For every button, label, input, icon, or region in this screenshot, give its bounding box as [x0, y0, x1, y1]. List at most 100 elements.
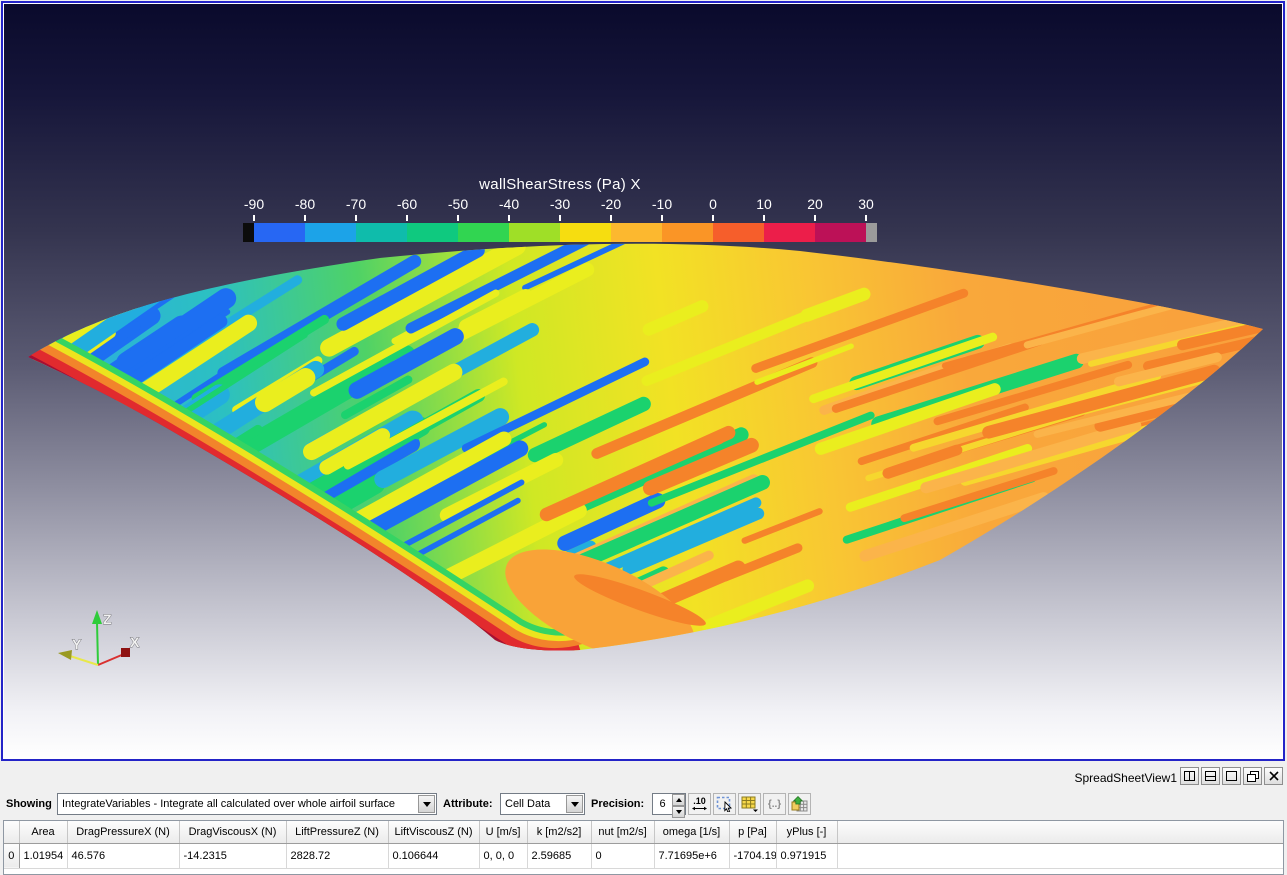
- scalar-bar-tick-mark: [355, 215, 357, 221]
- showing-select-value: IntegrateVariables - Integrate all calcu…: [62, 798, 396, 810]
- table-cell[interactable]: 7.71695e+6: [654, 843, 730, 869]
- y-axis-arrow: [58, 650, 72, 660]
- x-axis-label: X: [130, 634, 140, 650]
- color-segment: [662, 223, 713, 242]
- restore-icon: [1246, 770, 1259, 782]
- scalar-bar-tick-label: -80: [294, 196, 316, 212]
- showing-select-arrow[interactable]: [418, 795, 435, 813]
- table-cell[interactable]: 0, 0, 0: [479, 843, 528, 869]
- table-cell[interactable]: 2.59685: [527, 843, 592, 869]
- spreadsheet-view-panel: SpreadSheetView1 Showing IntegrateVariab…: [0, 763, 1287, 875]
- attribute-select[interactable]: Cell Data: [500, 793, 585, 815]
- column-header[interactable]: DragPressureX (N): [67, 821, 180, 844]
- color-segment: [815, 223, 866, 242]
- close-view-button[interactable]: [1264, 767, 1283, 785]
- column-header[interactable]: p [Pa]: [729, 821, 777, 844]
- split-vertical-button[interactable]: [1201, 767, 1220, 785]
- maximize-button[interactable]: [1222, 767, 1241, 785]
- table-cell[interactable]: 0: [591, 843, 655, 869]
- color-segment: [305, 223, 356, 242]
- spin-down-button[interactable]: [672, 806, 685, 818]
- scalar-bar-tick-mark: [508, 215, 510, 221]
- column-header[interactable]: omega [1/s]: [654, 821, 730, 844]
- split-horizontal-button[interactable]: [1180, 767, 1199, 785]
- column-header[interactable]: nut [m2/s]: [591, 821, 655, 844]
- column-header[interactable]: yPlus [-]: [776, 821, 838, 844]
- table-cell[interactable]: 2828.72: [286, 843, 389, 869]
- scalar-bar-tick-mark: [406, 215, 408, 221]
- scalar-bar-tick-label: -70: [345, 196, 367, 212]
- column-header[interactable]: U [m/s]: [479, 821, 528, 844]
- chevron-down-icon: [675, 810, 682, 817]
- scalar-bar-tick-label: -90: [243, 196, 265, 212]
- spin-up-button[interactable]: [672, 794, 685, 806]
- scalar-bar-tick-mark: [559, 215, 561, 221]
- scalar-bar-tick-label: -10: [651, 196, 673, 212]
- close-icon: [1268, 771, 1279, 781]
- table-cell[interactable]: 0.106644: [388, 843, 480, 869]
- toggle-column-visibility-button[interactable]: [738, 793, 761, 815]
- spreadsheet-table[interactable]: Area DragPressureX (N) DragViscousX (N) …: [3, 820, 1284, 875]
- restore-button[interactable]: [1243, 767, 1262, 785]
- scalar-bar-tick-mark: [661, 215, 663, 221]
- precision-value: 6: [659, 798, 666, 810]
- corner-header-cell: [4, 821, 20, 844]
- expression-icon: {..}: [767, 798, 782, 810]
- table-cell[interactable]: -1704.19: [729, 843, 777, 869]
- scalar-bar-tick-label: -30: [549, 196, 571, 212]
- scalar-bar-tick-mark: [457, 215, 459, 221]
- color-segment: [764, 223, 815, 242]
- split-horizontal-icon: [1184, 771, 1195, 781]
- axes-triad: Z X Y: [58, 610, 140, 666]
- render-view-frame: wallShearStress (Pa) X -90 -80 -70 -60 -50 -4…: [1, 1, 1285, 761]
- column-header[interactable]: DragViscousX (N): [179, 821, 287, 844]
- color-segment: [458, 223, 509, 242]
- color-segment: [509, 223, 560, 242]
- attribute-select-arrow[interactable]: [566, 795, 583, 813]
- spreadsheet-view-title: SpreadSheetView1: [1074, 771, 1177, 785]
- attribute-label: Attribute:: [443, 798, 493, 810]
- chevron-down-icon: [570, 802, 579, 811]
- column-header[interactable]: LiftPressureZ (N): [286, 821, 389, 844]
- select-cells-button[interactable]: [713, 793, 736, 815]
- scalar-bar[interactable]: wallShearStress (Pa) X -90 -80 -70 -60 -50 -4…: [243, 176, 877, 242]
- table-row: 0 1.01954 46.576 -14.2315 2828.72 0.1066…: [4, 843, 1283, 869]
- z-axis-label: Z: [103, 611, 112, 627]
- chevron-down-icon: [422, 802, 431, 811]
- scalar-bar-tick-mark: [253, 215, 255, 221]
- x-axis-arrow: [121, 648, 130, 657]
- scalar-bar-tick-mark: [814, 215, 816, 221]
- split-vertical-icon: [1205, 771, 1216, 781]
- toggle-expression-button[interactable]: {..}: [763, 793, 786, 815]
- scalar-bar-tick-label: 20: [807, 196, 823, 212]
- table-cell[interactable]: 0.971915: [776, 843, 838, 869]
- table-cell[interactable]: 1.01954: [19, 843, 68, 869]
- header-filler: [837, 821, 1283, 844]
- view-window-buttons: [1180, 767, 1283, 785]
- table-cell[interactable]: -14.2315: [179, 843, 287, 869]
- column-header[interactable]: LiftViscousZ (N): [388, 821, 480, 844]
- column-header[interactable]: k [m2/s2]: [527, 821, 592, 844]
- precision-spin-buttons: [672, 794, 685, 818]
- airfoil-surface[interactable]: [4, 4, 1282, 758]
- column-header[interactable]: Area: [19, 821, 68, 844]
- scalar-bar-tick-mark: [865, 215, 867, 221]
- color-segment: [611, 223, 662, 242]
- scalar-bar-tick-mark: [304, 215, 306, 221]
- cell-filler: [837, 843, 1283, 869]
- fixed-notation-icon: .10: [692, 796, 707, 811]
- table-cell[interactable]: 46.576: [67, 843, 180, 869]
- export-spreadsheet-icon: [791, 796, 808, 812]
- row-index-cell[interactable]: 0: [4, 843, 20, 869]
- color-segment: [713, 223, 764, 242]
- scalar-bar-tick-label: 30: [858, 196, 874, 212]
- chevron-up-icon: [675, 795, 682, 802]
- toggle-fixed-notation-button[interactable]: .10: [688, 793, 711, 815]
- precision-spinbox[interactable]: 6: [652, 793, 686, 818]
- column-grid-icon: [741, 796, 758, 812]
- z-axis-arrow: [92, 610, 102, 624]
- render-viewport[interactable]: wallShearStress (Pa) X -90 -80 -70 -60 -50 -4…: [4, 4, 1282, 758]
- showing-select[interactable]: IntegrateVariables - Integrate all calcu…: [57, 793, 437, 815]
- scalar-bar-tick-label: 0: [709, 196, 717, 212]
- export-spreadsheet-button[interactable]: [788, 793, 811, 815]
